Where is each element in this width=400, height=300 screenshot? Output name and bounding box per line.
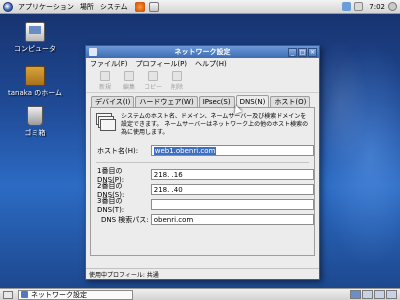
hostname-value: web1.obenri.com: [153, 146, 217, 155]
menu-help[interactable]: ヘルプ(H): [195, 59, 227, 69]
window-menubar: ファイル(F) プロフィール(P) ヘルプ(H): [86, 58, 319, 69]
mail-launcher-icon[interactable]: [148, 1, 159, 12]
maximize-button[interactable]: □: [298, 47, 307, 57]
delete-button-label: 削除: [170, 84, 183, 91]
workspace-2[interactable]: [362, 290, 373, 299]
window-controls: _ □ ×: [287, 47, 317, 57]
workspace-3[interactable]: [374, 290, 385, 299]
system-menu[interactable]: システム: [97, 0, 131, 14]
copy-icon: [148, 71, 158, 81]
menu-profile[interactable]: プロフィール(P): [136, 59, 188, 69]
places-menu[interactable]: 場所: [77, 0, 97, 14]
taskbar-item-network-settings[interactable]: ネットワーク設定: [18, 289, 133, 300]
copy-button-label: コピー: [143, 84, 162, 91]
search-path-row: DNS 検索パス: obenri.com: [91, 214, 314, 225]
computer-icon: [25, 22, 45, 42]
volume-icon[interactable]: [354, 2, 364, 11]
separator: [96, 162, 309, 163]
workspace-1[interactable]: [350, 290, 361, 299]
desktop-icon-trash[interactable]: ゴミ箱: [5, 106, 65, 138]
edit-button[interactable]: 編集: [118, 71, 140, 91]
bottom-panel: ネットワーク設定: [0, 288, 400, 300]
tab-hosts[interactable]: ホスト(O): [270, 96, 311, 107]
search-path-field[interactable]: obenri.com: [150, 214, 314, 225]
tab-hardware[interactable]: ハードウェア(W): [135, 96, 198, 107]
dns1-field[interactable]: 218. .16: [150, 169, 314, 180]
delete-icon: [172, 71, 182, 81]
taskbar-item-label: ネットワーク設定: [31, 290, 87, 299]
new-icon: [100, 71, 110, 81]
applications-menu[interactable]: アプリケーション: [15, 0, 77, 14]
tab-bar: デバイス(I) ハードウェア(W) IPsec(S) DNS(N) ホスト(O): [86, 93, 319, 108]
hostname-field[interactable]: web1.obenri.com: [150, 145, 314, 156]
new-button-label: 新規: [98, 84, 111, 91]
dns-info: システムのホスト名、ドメイン、ネームサーバー及び検索ドメインを設定できます。 ネ…: [91, 108, 314, 137]
desktop-icon-label: tanaka のホーム: [8, 89, 62, 97]
dns2-field[interactable]: 218. .40: [150, 184, 314, 195]
edit-button-label: 編集: [122, 84, 135, 91]
tab-ipsec[interactable]: IPsec(S): [198, 96, 235, 107]
desktop-icon-computer[interactable]: コンピュータ: [5, 22, 65, 54]
trash-icon: [27, 106, 43, 126]
delete-button[interactable]: 削除: [166, 71, 188, 91]
workspace-switcher: [349, 290, 397, 299]
desktop-icon-label: コンピュータ: [14, 45, 56, 53]
network-settings-window: ネットワーク設定 _ □ × ファイル(F) プロフィール(P) ヘルプ(H) …: [85, 45, 320, 280]
desktop-icon-home[interactable]: tanaka のホーム: [5, 66, 65, 98]
dns-tab-panel: システムのホスト名、ドメイン、ネームサーバー及び検索ドメインを設定できます。 ネ…: [90, 107, 315, 256]
tab-devices[interactable]: デバイス(I): [91, 96, 135, 107]
status-bar: 使用中プロフィール: 共通: [86, 268, 319, 279]
clock[interactable]: 7:02: [366, 3, 388, 11]
show-desktop-button[interactable]: [3, 290, 13, 299]
dns3-label: 3番目の DNS(T):: [97, 196, 125, 214]
update-notifier-icon[interactable]: [342, 2, 352, 11]
dns-info-text: システムのホスト名、ドメイン、ネームサーバー及び検索ドメインを設定できます。 ネ…: [121, 113, 309, 136]
window-title: ネットワーク設定: [174, 48, 231, 56]
copy-button[interactable]: コピー: [142, 71, 164, 91]
server-stack-icon: [96, 113, 116, 133]
tray-area: 7:02: [342, 2, 400, 11]
menu-file[interactable]: ファイル(F): [90, 59, 128, 69]
gnome-foot-icon[interactable]: [3, 1, 13, 12]
new-button[interactable]: 新規: [94, 71, 116, 91]
desktop-icon-label: ゴミ箱: [24, 129, 46, 137]
dns3-row: 3番目の DNS(T):: [91, 197, 314, 214]
window-titlebar[interactable]: ネットワーク設定 _ □ ×: [86, 46, 319, 58]
dns2-row: 2番目の DNS(S): 218. .40: [91, 182, 314, 199]
top-panel: アプリケーション 場所 システム 7:02: [0, 0, 400, 14]
search-path-label: DNS 検索パス:: [101, 215, 149, 224]
shutdown-icon[interactable]: [388, 2, 397, 11]
hostname-label: ホスト名(H):: [97, 146, 139, 155]
dns3-field[interactable]: [150, 199, 314, 210]
workspace-4[interactable]: [386, 290, 397, 299]
hostname-row: ホスト名(H): web1.obenri.com: [91, 145, 314, 156]
close-button[interactable]: ×: [308, 47, 317, 57]
home-folder-icon: [25, 66, 45, 86]
minimize-button[interactable]: _: [288, 47, 297, 57]
web-browser-launcher-icon[interactable]: [134, 1, 145, 12]
dns1-row: 1番目の DNS(P): 218. .16: [91, 167, 314, 184]
edit-icon: [124, 71, 134, 81]
window-toolbar: 新規 編集 コピー 削除: [86, 69, 319, 93]
network-app-icon: [21, 291, 28, 298]
